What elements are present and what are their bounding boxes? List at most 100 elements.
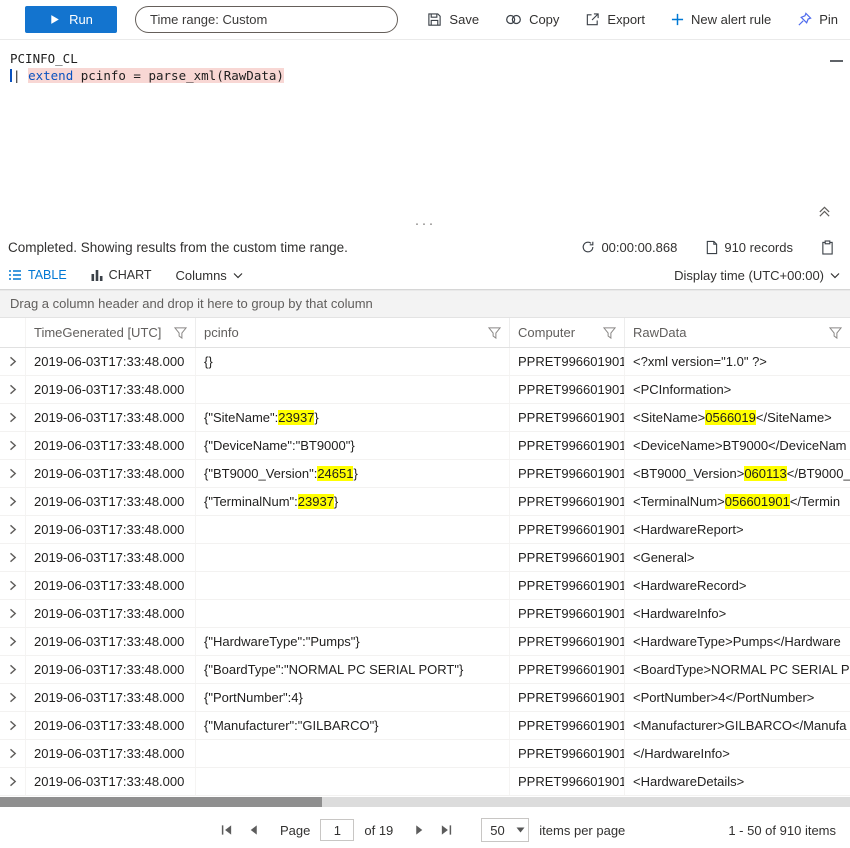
pin-label: Pin (819, 12, 838, 27)
table-row[interactable]: 2019-06-03T17:33:48.000 PPRET996601901 <… (0, 572, 850, 600)
horizontal-scrollbar-thumb[interactable] (0, 797, 322, 807)
header-pcinfo[interactable]: pcinfo (196, 318, 510, 347)
header-time-generated-label: TimeGenerated [UTC] (34, 325, 161, 340)
query-line-1[interactable]: PCINFO_CL (0, 50, 850, 67)
table-row[interactable]: 2019-06-03T17:33:48.000 PPRET996601901 <… (0, 768, 850, 796)
chevron-right-icon (9, 412, 17, 423)
document-icon (705, 240, 718, 255)
cell-time-generated: 2019-06-03T17:33:48.000 (26, 628, 196, 655)
display-time-dropdown[interactable]: Display time (UTC+00:00) (674, 268, 840, 283)
table-header: TimeGenerated [UTC] pcinfo Computer RawD… (0, 318, 850, 348)
editor-results-splitter[interactable]: ··· (0, 219, 850, 233)
export-label: Export (607, 12, 645, 27)
chevron-right-icon (9, 748, 17, 759)
plus-icon (671, 13, 684, 26)
chevron-down-icon (830, 272, 840, 279)
filter-icon[interactable] (603, 327, 616, 339)
run-button[interactable]: Run (25, 6, 117, 33)
row-expand-button[interactable] (0, 488, 26, 515)
cell-time-generated: 2019-06-03T17:33:48.000 (26, 684, 196, 711)
table-row[interactable]: 2019-06-03T17:33:48.000 {"Manufacturer":… (0, 712, 850, 740)
table-row[interactable]: 2019-06-03T17:33:48.000 PPRET996601901 <… (0, 600, 850, 628)
row-expand-button[interactable] (0, 432, 26, 459)
row-expand-button[interactable] (0, 460, 26, 487)
horizontal-scrollbar[interactable] (0, 797, 850, 807)
table-row[interactable]: 2019-06-03T17:33:48.000 PPRET996601901 <… (0, 544, 850, 572)
query-editor[interactable]: PCINFO_CL | extend pcinfo = parse_xml(Ra… (0, 41, 850, 219)
cell-rawdata: <SiteName>0566019</SiteName> (625, 404, 850, 431)
filter-icon[interactable] (174, 327, 187, 339)
tab-chart[interactable]: CHART (91, 268, 152, 282)
row-expand-button[interactable] (0, 516, 26, 543)
collapse-editor-button[interactable] (816, 203, 832, 219)
row-expand-button[interactable] (0, 628, 26, 655)
save-icon (427, 12, 442, 27)
next-page-button[interactable] (411, 822, 428, 838)
new-alert-rule-button[interactable]: New alert rule (671, 12, 771, 27)
table-row[interactable]: 2019-06-03T17:33:48.000 {"BoardType":"NO… (0, 656, 850, 684)
table-row[interactable]: 2019-06-03T17:33:48.000 {"DeviceName":"B… (0, 432, 850, 460)
table-row[interactable]: 2019-06-03T17:33:48.000 {"PortNumber":4}… (0, 684, 850, 712)
row-expand-button[interactable] (0, 572, 26, 599)
group-by-drop-zone[interactable]: Drag a column header and drop it here to… (0, 290, 850, 318)
table-row[interactable]: 2019-06-03T17:33:48.000 PPRET996601901 <… (0, 376, 850, 404)
header-rawdata[interactable]: RawData (625, 318, 850, 347)
tab-table[interactable]: TABLE (8, 268, 67, 282)
row-expand-button[interactable] (0, 348, 26, 375)
row-expand-button[interactable] (0, 404, 26, 431)
header-time-generated[interactable]: TimeGenerated [UTC] (26, 318, 196, 347)
table-row[interactable]: 2019-06-03T17:33:48.000 {"TerminalNum":2… (0, 488, 850, 516)
row-expand-button[interactable] (0, 740, 26, 767)
status-message: Completed. Showing results from the cust… (8, 240, 348, 255)
table-row[interactable]: 2019-06-03T17:33:48.000 {} PPRET99660190… (0, 348, 850, 376)
splitter-handle[interactable]: ··· (415, 215, 436, 232)
row-expand-button[interactable] (0, 600, 26, 627)
cell-time-generated: 2019-06-03T17:33:48.000 (26, 516, 196, 543)
stopwatch-icon (581, 240, 595, 254)
time-range-label: Time range: Custom (150, 12, 267, 27)
row-expand-button[interactable] (0, 656, 26, 683)
filter-icon[interactable] (488, 327, 501, 339)
last-page-button[interactable] (438, 822, 455, 838)
query-line-2[interactable]: | extend pcinfo = parse_xml(RawData) (0, 67, 850, 84)
cell-time-generated: 2019-06-03T17:33:48.000 (26, 348, 196, 375)
copy-results-button[interactable] (821, 240, 834, 255)
first-page-icon (220, 824, 233, 836)
pin-button[interactable]: Pin (797, 12, 838, 27)
cell-computer: PPRET996601901 (510, 516, 625, 543)
row-expand-button[interactable] (0, 684, 26, 711)
page-size-select[interactable]: 50 (481, 818, 529, 842)
prev-page-button[interactable] (245, 822, 262, 838)
copy-button[interactable]: Copy (505, 12, 559, 27)
first-page-button[interactable] (218, 822, 235, 838)
chevron-down-icon (233, 272, 243, 279)
record-count: 910 records (705, 240, 793, 255)
row-expand-button[interactable] (0, 376, 26, 403)
chevron-right-icon (9, 608, 17, 619)
table-row[interactable]: 2019-06-03T17:33:48.000 {"BT9000_Version… (0, 460, 850, 488)
minimize-icon[interactable] (830, 60, 843, 62)
time-range-picker[interactable]: Time range: Custom (135, 6, 398, 33)
export-icon (585, 12, 600, 27)
cell-computer: PPRET996601901 (510, 348, 625, 375)
table-row[interactable]: 2019-06-03T17:33:48.000 {"HardwareType":… (0, 628, 850, 656)
columns-dropdown[interactable]: Columns (176, 268, 243, 283)
export-button[interactable]: Export (585, 12, 645, 27)
table-row[interactable]: 2019-06-03T17:33:48.000 PPRET996601901 <… (0, 740, 850, 768)
cell-rawdata: <Manufacturer>GILBARCO</Manufa (625, 712, 850, 739)
row-expand-button[interactable] (0, 712, 26, 739)
chevron-right-icon (9, 580, 17, 591)
row-expand-button[interactable] (0, 544, 26, 571)
row-expand-button[interactable] (0, 768, 26, 795)
save-button[interactable]: Save (427, 12, 479, 27)
table-row[interactable]: 2019-06-03T17:33:48.000 {"SiteName":2393… (0, 404, 850, 432)
save-label: Save (449, 12, 479, 27)
cell-computer: PPRET996601901 (510, 600, 625, 627)
page-number-input[interactable] (320, 819, 354, 841)
header-computer[interactable]: Computer (510, 318, 625, 347)
filter-icon[interactable] (829, 327, 842, 339)
table-row[interactable]: 2019-06-03T17:33:48.000 PPRET996601901 <… (0, 516, 850, 544)
tab-chart-label: CHART (109, 268, 152, 282)
chevron-right-icon (9, 384, 17, 395)
duration-value: 00:00:00.868 (601, 240, 677, 255)
